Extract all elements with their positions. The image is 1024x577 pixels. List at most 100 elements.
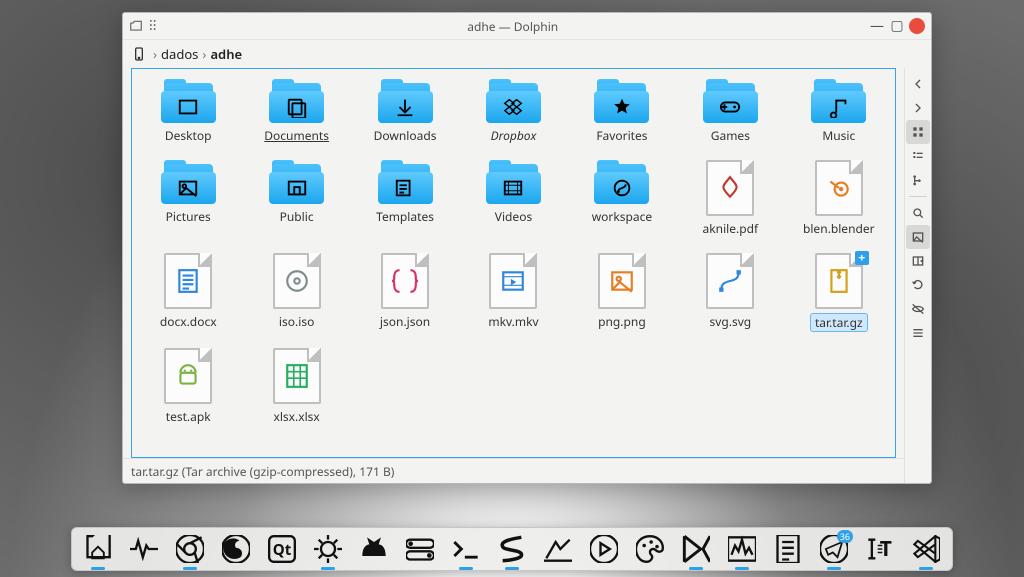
file-item-json-json[interactable]: json.json — [353, 251, 457, 334]
item-label: Favorites — [596, 127, 647, 144]
file-item-mkv-mkv[interactable]: mkv.mkv — [461, 251, 565, 334]
folder-item-music[interactable]: Music — [787, 77, 891, 146]
pin-icon[interactable]: ⁝⁝ — [149, 19, 157, 33]
dock-telegram[interactable]: 36 — [818, 533, 850, 565]
view-compact-button[interactable] — [906, 144, 930, 168]
folder-item-dropbox[interactable]: Dropbox — [461, 77, 565, 146]
dock-chrome[interactable] — [174, 533, 206, 565]
split-button[interactable] — [906, 249, 930, 273]
dock-monitor[interactable] — [726, 533, 758, 565]
menu-button[interactable] — [906, 321, 930, 345]
folder-item-games[interactable]: Games — [678, 77, 782, 146]
gear-icon — [314, 535, 342, 563]
item-label: json.json — [380, 313, 430, 330]
dock-firefox[interactable] — [220, 533, 252, 565]
breadcrumb-sep-icon: › — [202, 45, 206, 63]
folder-item-public[interactable]: Public — [245, 158, 349, 239]
file-item-blen-blender[interactable]: blen.blender — [787, 158, 891, 239]
dock-kate[interactable] — [680, 533, 712, 565]
badge: 36 — [837, 530, 853, 543]
titlebar[interactable]: ⁝⁝ adhe — Dolphin — ▢ — [123, 13, 931, 40]
file-item-xlsx-xlsx[interactable]: xlsx.xlsx — [245, 346, 349, 427]
folder-icon — [378, 79, 433, 123]
view-details-button[interactable] — [906, 168, 930, 192]
item-label: xlsx.xlsx — [273, 408, 319, 425]
dock-files[interactable] — [82, 533, 114, 565]
item-label: png.png — [598, 313, 646, 330]
item-label: Videos — [495, 208, 532, 225]
nav-back-button[interactable] — [906, 72, 930, 96]
folder-item-downloads[interactable]: Downloads — [353, 77, 457, 146]
file-item-docx-docx[interactable]: docx.docx — [136, 251, 240, 334]
file-icon — [273, 348, 321, 404]
item-label: workspace — [592, 208, 652, 225]
file-grid[interactable]: DesktopDocuments Downloads Dropbox Favorite… — [131, 68, 896, 458]
folder-item-videos[interactable]: Videos — [461, 158, 565, 239]
search-icon — [910, 205, 926, 221]
folder-item-favorites[interactable]: Favorites — [570, 77, 674, 146]
eye-icon — [910, 301, 926, 317]
hidden-button[interactable] — [906, 297, 930, 321]
file-icon — [815, 160, 863, 216]
dock-qt[interactable] — [266, 533, 298, 565]
folder-icon — [811, 79, 866, 123]
close-button[interactable] — [909, 18, 925, 34]
reload-button[interactable] — [906, 273, 930, 297]
folder-item-desktop[interactable]: Desktop — [136, 77, 240, 146]
dock-vscode[interactable] — [910, 533, 942, 565]
preview-button[interactable] — [906, 225, 930, 249]
file-item-iso-iso[interactable]: iso.iso — [245, 251, 349, 334]
dock-gimp-alt[interactable] — [542, 533, 574, 565]
maximize-button[interactable]: ▢ — [889, 18, 905, 34]
dock-settings[interactable] — [312, 533, 344, 565]
chrome-icon — [176, 535, 204, 563]
file-item-svg-svg[interactable]: svg.svg — [678, 251, 782, 334]
device-icon[interactable] — [131, 46, 147, 62]
menu-icon — [910, 325, 926, 341]
item-label: svg.svg — [710, 313, 752, 330]
file-item-aknile-pdf[interactable]: aknile.pdf — [678, 158, 782, 239]
folder-icon — [594, 160, 649, 204]
item-label: Downloads — [374, 127, 437, 144]
dock-pulse[interactable] — [128, 533, 160, 565]
file-icon — [381, 253, 429, 309]
file-item-png-png[interactable]: png.png — [570, 251, 674, 334]
status-bar: tar.tar.gz (Tar archive (gzip-compressed… — [123, 458, 904, 483]
file-icon — [164, 348, 212, 404]
running-indicator — [505, 567, 519, 570]
dock-typography[interactable] — [864, 533, 896, 565]
folder-item-templates[interactable]: Templates — [353, 158, 457, 239]
minimize-button[interactable]: — — [869, 18, 885, 34]
nav-forward-button[interactable] — [906, 96, 930, 120]
dock-gimp[interactable] — [634, 533, 666, 565]
dock-toggle[interactable] — [404, 533, 436, 565]
dock-notes[interactable] — [772, 533, 804, 565]
firefox-icon — [222, 535, 250, 563]
breadcrumb-current[interactable]: adhe — [210, 45, 242, 63]
file-icon — [273, 253, 321, 309]
dock-play[interactable] — [588, 533, 620, 565]
folder-item-documents[interactable]: Documents — [245, 77, 349, 146]
file-icon — [706, 160, 754, 216]
folder-item-workspace[interactable]: workspace — [570, 158, 674, 239]
folder-icon — [378, 160, 433, 204]
running-indicator — [827, 567, 841, 570]
dock-terminal[interactable] — [450, 533, 482, 565]
file-item-test-apk[interactable]: test.apk — [136, 346, 240, 427]
chev-left-icon — [910, 76, 926, 92]
app-icon — [129, 19, 143, 33]
toolbar: › dados › adhe — [123, 40, 931, 68]
file-icon — [164, 253, 212, 309]
dolphin-window: ⁝⁝ adhe — Dolphin — ▢ › dados › adhe Des… — [122, 12, 932, 484]
folder-item-pictures[interactable]: Pictures — [136, 158, 240, 239]
file-item-tar-tar-gz[interactable]: +tar.tar.gz — [787, 251, 891, 334]
folder-icon — [486, 79, 541, 123]
monitor-icon — [728, 535, 756, 563]
breadcrumb-item[interactable]: dados — [161, 45, 198, 63]
dock-sublime[interactable] — [496, 533, 528, 565]
folder-icon — [703, 79, 758, 123]
dock-cat[interactable] — [358, 533, 390, 565]
search-button[interactable] — [906, 201, 930, 225]
view-icons-button[interactable] — [906, 120, 930, 144]
cat-icon — [360, 535, 388, 563]
